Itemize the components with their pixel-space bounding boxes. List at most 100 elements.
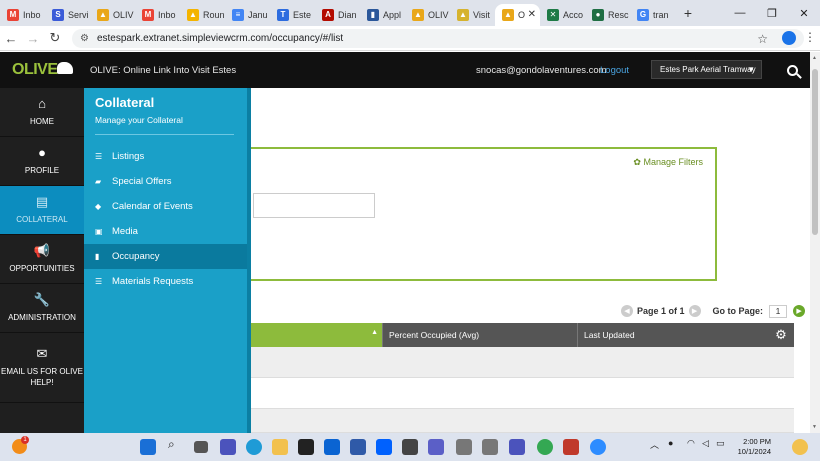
wifi-icon[interactable]: ◠ bbox=[687, 438, 695, 449]
bookmark-star-icon[interactable]: ☆ bbox=[757, 32, 768, 46]
user-email: snocas@gondolaventures.com bbox=[476, 64, 607, 76]
leftnav-item-opportunities[interactable]: 📢 OPPORTUNITIES bbox=[0, 235, 84, 284]
browser-tab[interactable]: A Dian bbox=[315, 4, 360, 26]
task-view-icon[interactable] bbox=[194, 441, 208, 453]
leftnav-item-email[interactable]: ✉ EMAIL US FOR OLIVE HELP! bbox=[0, 333, 84, 403]
teams-icon[interactable] bbox=[220, 439, 236, 455]
flyout-item-listings[interactable]: ☰ Listings bbox=[84, 144, 247, 169]
close-tab-icon[interactable]: ✕ bbox=[528, 9, 536, 20]
goto-page-input[interactable]: 1 bbox=[769, 304, 788, 318]
taskbar-search-icon[interactable]: ⌕ bbox=[168, 437, 175, 452]
volume-icon[interactable]: ◁ bbox=[702, 438, 709, 449]
amazon-icon[interactable] bbox=[298, 439, 314, 455]
flyout-item-materials-requests[interactable]: ☰ Materials Requests bbox=[84, 269, 247, 294]
column-percent-occupied[interactable]: Percent Occupied (Avg) bbox=[382, 323, 577, 347]
leftnav-item-profile[interactable]: ● PROFILE bbox=[0, 137, 84, 186]
leftnav-item-collateral[interactable]: ▤ COLLATERAL bbox=[0, 186, 84, 235]
table-row bbox=[251, 347, 794, 378]
mail-icon[interactable] bbox=[324, 439, 340, 455]
doc-icon: ▮ bbox=[367, 8, 379, 21]
browser-tab[interactable]: ▲ OLIV bbox=[90, 4, 135, 26]
goto-page-button[interactable]: ▶ bbox=[793, 305, 806, 317]
tag-icon: ◆ bbox=[95, 202, 102, 211]
leftnav-item-label: ADMINISTRATION bbox=[8, 312, 76, 322]
chrome-icon[interactable] bbox=[537, 439, 553, 455]
leftnav-item-home[interactable]: ⌂ HOME bbox=[0, 88, 84, 137]
browser-tab[interactable]: ▲ Visit bbox=[450, 4, 495, 26]
browser-tab[interactable]: ● Resc bbox=[585, 4, 630, 26]
flyout-item-special-offers[interactable]: ▰ Special Offers bbox=[84, 169, 247, 194]
media-icon: ▣ bbox=[95, 227, 103, 236]
table-row bbox=[251, 409, 794, 433]
app-icon[interactable] bbox=[402, 439, 418, 455]
browser-tab[interactable]: ▮ Appl bbox=[360, 4, 405, 26]
browser-tab[interactable]: ✕ Acco bbox=[540, 4, 585, 26]
zoom-icon[interactable] bbox=[590, 439, 606, 455]
forward-icon[interactable]: → bbox=[22, 31, 44, 46]
header-search-button[interactable] bbox=[774, 52, 810, 88]
flyout-item-calendar-of-events[interactable]: ◆ Calendar of Events bbox=[84, 194, 247, 219]
browser-tab[interactable]: Gtran bbox=[630, 4, 675, 26]
browser-tab[interactable]: M Inbo bbox=[0, 4, 45, 26]
browser-tab[interactable]: ≡ Janu bbox=[225, 4, 270, 26]
url-bar[interactable]: ⚙ estespark.extranet.simpleviewcrm.com/o… bbox=[72, 29, 804, 48]
edge-icon[interactable] bbox=[246, 439, 262, 455]
browser-tab[interactable]: M Inbo bbox=[135, 4, 180, 26]
service-icon: S bbox=[52, 8, 64, 21]
browser-tab[interactable]: ▲ OLIV bbox=[405, 4, 450, 26]
scroll-thumb[interactable] bbox=[812, 69, 818, 235]
restore-icon[interactable]: ❐ bbox=[756, 0, 788, 26]
scroll-down-icon[interactable]: ▼ bbox=[812, 424, 817, 430]
column-last-updated[interactable]: Last Updated bbox=[577, 323, 768, 347]
app-icon[interactable] bbox=[428, 439, 444, 455]
leftnav-item-label: COLLATERAL bbox=[16, 214, 68, 224]
system-clock[interactable]: 2:00 PM 10/1/2024 bbox=[737, 437, 771, 457]
reload-icon[interactable]: ↻ bbox=[44, 30, 66, 46]
leftnav-item-administration[interactable]: 🔧 ADMINISTRATION bbox=[0, 284, 84, 333]
browser-tab[interactable]: T Este bbox=[270, 4, 315, 26]
store-icon[interactable] bbox=[350, 439, 366, 455]
file-explorer-icon[interactable] bbox=[272, 439, 288, 455]
filter-input[interactable] bbox=[253, 193, 375, 218]
minimize-icon[interactable]: — bbox=[724, 0, 756, 26]
close-window-icon[interactable]: ✕ bbox=[788, 0, 820, 26]
weather-badge: 1 bbox=[21, 436, 29, 444]
collateral-icon: ▤ bbox=[35, 193, 49, 209]
battery-icon[interactable]: ▭ bbox=[716, 438, 725, 449]
tray-chevron-icon[interactable]: ︿ bbox=[650, 438, 659, 451]
olive-icon: ▲ bbox=[97, 8, 109, 21]
copilot-icon[interactable] bbox=[792, 439, 808, 455]
tray-app-icon[interactable]: ● bbox=[668, 438, 673, 448]
scroll-up-icon[interactable]: ▲ bbox=[812, 55, 817, 61]
browser-tab[interactable]: S Servi bbox=[45, 4, 90, 26]
gmail-icon: M bbox=[142, 8, 154, 21]
browser-tab[interactable]: ▲ Roun bbox=[180, 4, 225, 26]
app-icon[interactable] bbox=[456, 439, 472, 455]
next-page-icon[interactable]: ▶ bbox=[688, 305, 701, 317]
manage-filters-link[interactable]: ✿ Manage Filters bbox=[633, 157, 703, 168]
profile-avatar[interactable] bbox=[782, 31, 796, 45]
prev-page-icon[interactable]: ◀ bbox=[621, 305, 633, 317]
flyout-item-label: Calendar of Events bbox=[112, 201, 193, 212]
app-icon[interactable] bbox=[563, 439, 579, 455]
flyout-item-media[interactable]: ▣ Media bbox=[84, 219, 247, 244]
app-icon[interactable] bbox=[482, 439, 498, 455]
new-tab-button[interactable]: + bbox=[679, 5, 697, 21]
filter-panel: ✿ Manage Filters bbox=[251, 147, 717, 281]
dropbox-icon[interactable] bbox=[376, 439, 392, 455]
leftnav-item-label: HOME bbox=[30, 116, 54, 126]
back-icon[interactable]: ← bbox=[0, 31, 22, 46]
logout-link[interactable]: Logout bbox=[600, 65, 629, 76]
leftnav-item-label: EMAIL US FOR OLIVE HELP! bbox=[1, 366, 83, 387]
site-info-icon[interactable]: ⚙ bbox=[80, 33, 89, 44]
account-select[interactable]: Estes Park Aerial Tramway ▼ bbox=[651, 60, 762, 79]
sorted-column-header[interactable]: ▲ bbox=[251, 323, 382, 347]
browser-tab[interactable]: ▲ O ✕ bbox=[495, 3, 540, 26]
page-scrollbar[interactable]: ▲ ▼ bbox=[810, 52, 820, 433]
flyout-item-occupancy[interactable]: ▮ Occupancy bbox=[84, 244, 247, 269]
browser-menu-icon[interactable]: ⋮ bbox=[804, 30, 816, 44]
olive-logo[interactable]: OLIVE bbox=[0, 52, 84, 88]
start-icon[interactable] bbox=[140, 439, 156, 455]
gear-icon[interactable]: ⚙ bbox=[768, 323, 794, 347]
teams-icon[interactable] bbox=[509, 439, 525, 455]
